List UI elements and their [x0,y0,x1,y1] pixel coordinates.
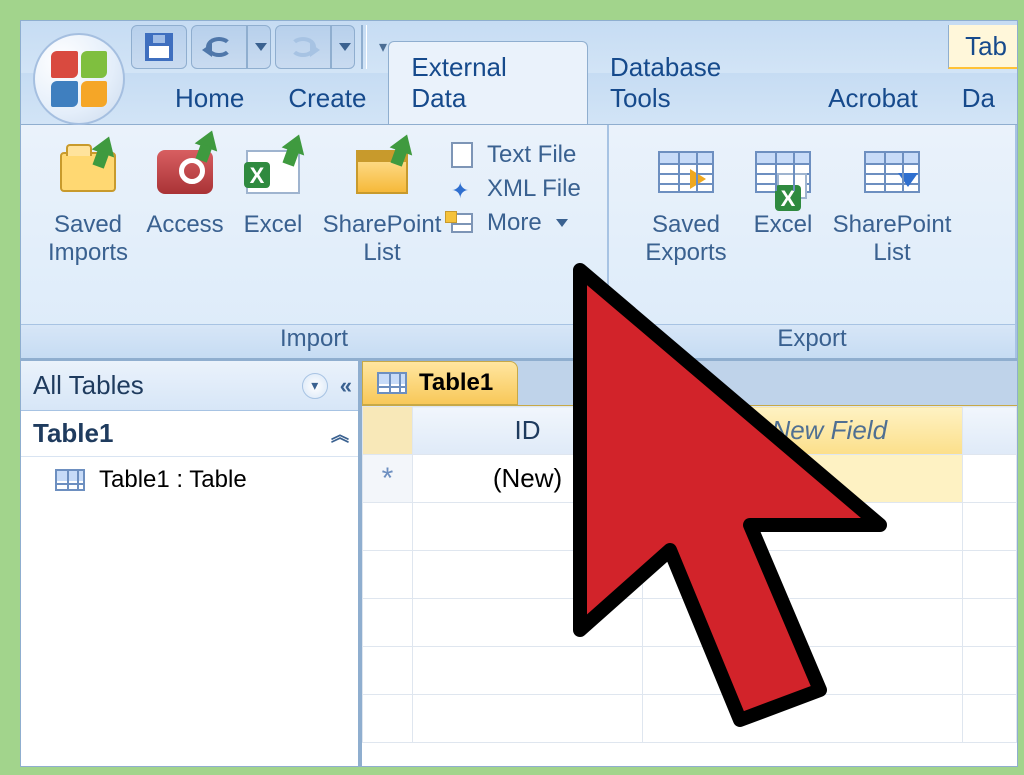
label: SharePoint List [827,211,957,267]
office-logo-icon [51,51,107,107]
import-text-file-button[interactable]: Text File [447,141,597,169]
import-arrow-icon [92,132,121,157]
undo-button[interactable] [191,25,247,69]
nav-object-table1[interactable]: Table1 : Table [21,457,358,503]
save-button[interactable] [131,25,187,69]
import-arrow-icon [282,130,311,155]
label: Excel [229,211,317,239]
row-selector[interactable] [363,695,413,743]
access-window: ▾ Tab Home Create External Data Database… [20,20,1018,767]
redo-dropdown[interactable] [331,25,355,69]
workspace: All Tables ▾ « Table1 ︽ Table1 : Table T… [21,361,1017,766]
label: SharePoint List [317,211,447,267]
ribbon: Saved Imports Access Excel SharePoint Li… [21,125,1017,361]
chevron-down-icon [339,43,351,51]
sharepoint-icon [356,150,408,194]
label: More [487,209,542,237]
undo-dropdown[interactable] [247,25,271,69]
tab-home[interactable]: Home [153,73,266,124]
label: XML File [487,175,581,203]
customize-icon: ▾ [379,37,387,57]
row-selector[interactable] [363,599,413,647]
export-arrow-icon [690,169,706,189]
more-import-icon [451,213,473,233]
tab-datasheet[interactable]: Da [940,73,1017,124]
row-selector[interactable] [363,647,413,695]
chevron-down-icon [255,43,267,51]
navigation-pane: All Tables ▾ « Table1 ︽ Table1 : Table [21,361,362,766]
folder-icon [60,152,116,192]
label: Text File [487,141,576,169]
ribbon-group-import: Saved Imports Access Excel SharePoint Li… [21,125,609,358]
label: Saved Exports [633,211,739,267]
tab-create[interactable]: Create [266,73,388,124]
group-label: Import [21,324,607,358]
table-icon [864,151,920,193]
import-more-button[interactable]: More [447,209,597,237]
row-selector[interactable] [363,551,413,599]
column-header-id[interactable]: ID [413,407,643,455]
row-selector[interactable] [363,503,413,551]
table-icon [55,469,85,491]
table-icon [377,372,407,394]
nav-pane-header[interactable]: All Tables ▾ « [21,361,358,411]
import-arrow-icon [390,130,419,155]
cell-id-new[interactable]: (New) [413,455,643,503]
nav-title: All Tables [33,370,144,401]
tab-acrobat[interactable]: Acrobat [806,73,940,124]
export-excel-button[interactable]: Excel [739,133,827,239]
chevron-down-icon [556,219,568,227]
column-header-empty [963,407,1017,455]
nav-group-header[interactable]: Table1 ︽ [21,411,358,457]
tab-database-tools[interactable]: Database Tools [588,42,806,124]
ribbon-group-export: Saved Exports Excel SharePoint List Expo… [609,125,1017,358]
group-label: Export [609,324,1015,358]
document-tab-table1[interactable]: Table1 [362,361,518,405]
office-button[interactable] [33,33,125,125]
text-file-icon [451,142,473,168]
export-arrow-icon [898,173,918,187]
cell-add-field[interactable] [643,455,963,503]
table-icon [658,151,714,193]
export-sharepoint-button[interactable]: SharePoint List [827,133,957,267]
select-all-cell[interactable] [363,407,413,455]
save-icon [145,33,173,61]
redo-button[interactable] [275,25,331,69]
tab-external-data[interactable]: External Data [388,41,588,124]
label: Excel [739,211,827,239]
nav-filter-button[interactable]: ▾ [302,373,328,399]
undo-icon [206,37,232,57]
import-sharepoint-button[interactable]: SharePoint List [317,133,447,267]
saved-imports-button[interactable]: Saved Imports [35,133,141,267]
redo-icon [290,37,316,57]
new-row-selector[interactable]: * [363,455,413,503]
collapse-group-icon[interactable]: ︽ [331,421,346,447]
document-tab-label: Table1 [419,369,493,397]
cell-empty [963,455,1017,503]
datasheet[interactable]: ID Add New Field * (New) [362,405,1017,766]
import-xml-file-button[interactable]: ✦ XML File [447,175,597,203]
label: Saved Imports [35,211,141,267]
nav-object-label: Table1 : Table [99,466,247,494]
ribbon-tabs: Home Create External Data Database Tools… [21,73,1017,125]
table-icon [755,151,811,193]
excel-icon [777,173,807,199]
import-excel-button[interactable]: Excel [229,133,317,239]
column-header-add-field[interactable]: Add New Field [643,407,963,455]
saved-exports-button[interactable]: Saved Exports [633,133,739,267]
xml-icon: ✦ [451,178,473,200]
label: Access [141,211,229,239]
import-access-button[interactable]: Access [141,133,229,239]
import-arrow-icon [195,126,224,151]
excel-icon [246,150,300,194]
nav-group-name: Table1 [33,418,113,449]
shutter-collapse-icon[interactable]: « [340,373,346,399]
contextual-tab-tools[interactable]: Tab [948,25,1017,69]
separator [361,25,367,69]
access-icon [157,150,213,194]
document-area: Table1 ID Add New Field * (New) [362,361,1017,766]
